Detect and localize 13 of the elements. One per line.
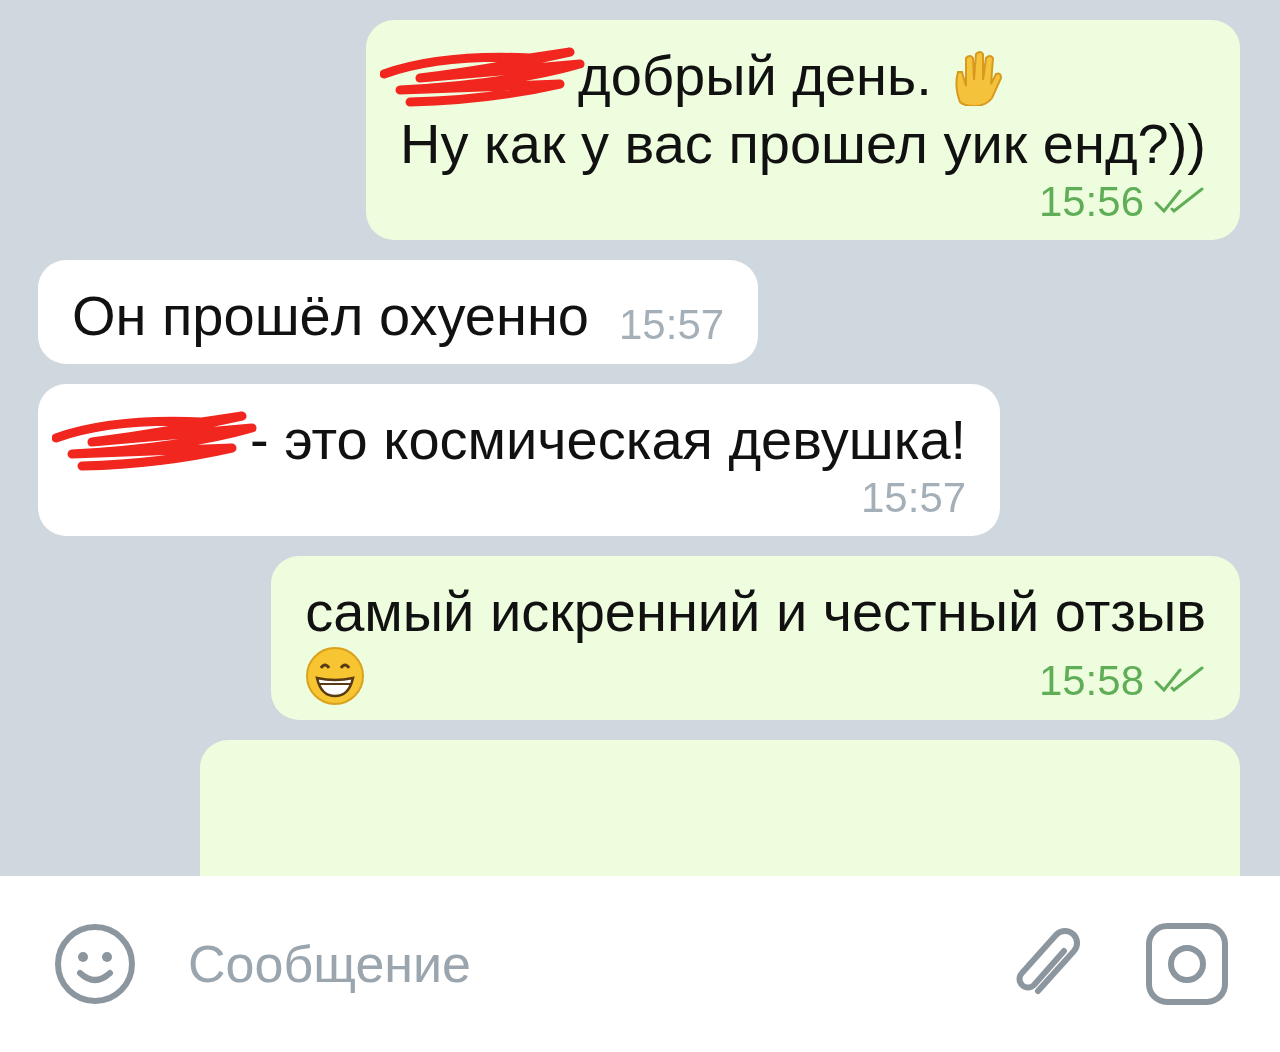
message-text: добрый день. bbox=[578, 43, 932, 109]
message-time: 15:56 bbox=[1038, 178, 1144, 226]
message-time: 15:57 bbox=[861, 474, 967, 522]
camera-icon[interactable] bbox=[1144, 921, 1230, 1007]
message-time: 15:58 bbox=[1038, 656, 1144, 706]
message-text: Он прошёл охуенно bbox=[72, 283, 589, 349]
message-time: 15:57 bbox=[619, 300, 725, 350]
emoji-icon[interactable] bbox=[52, 921, 138, 1007]
message-text: - это космическая девушка! bbox=[250, 407, 967, 473]
grinning-emoji-icon bbox=[305, 646, 366, 706]
message-field[interactable]: Сообщение bbox=[188, 934, 958, 994]
message-text: Ну как у вас прошел уик енд?)) bbox=[400, 111, 1206, 177]
message-text: самый искренний и честный отзыв bbox=[305, 579, 1206, 645]
